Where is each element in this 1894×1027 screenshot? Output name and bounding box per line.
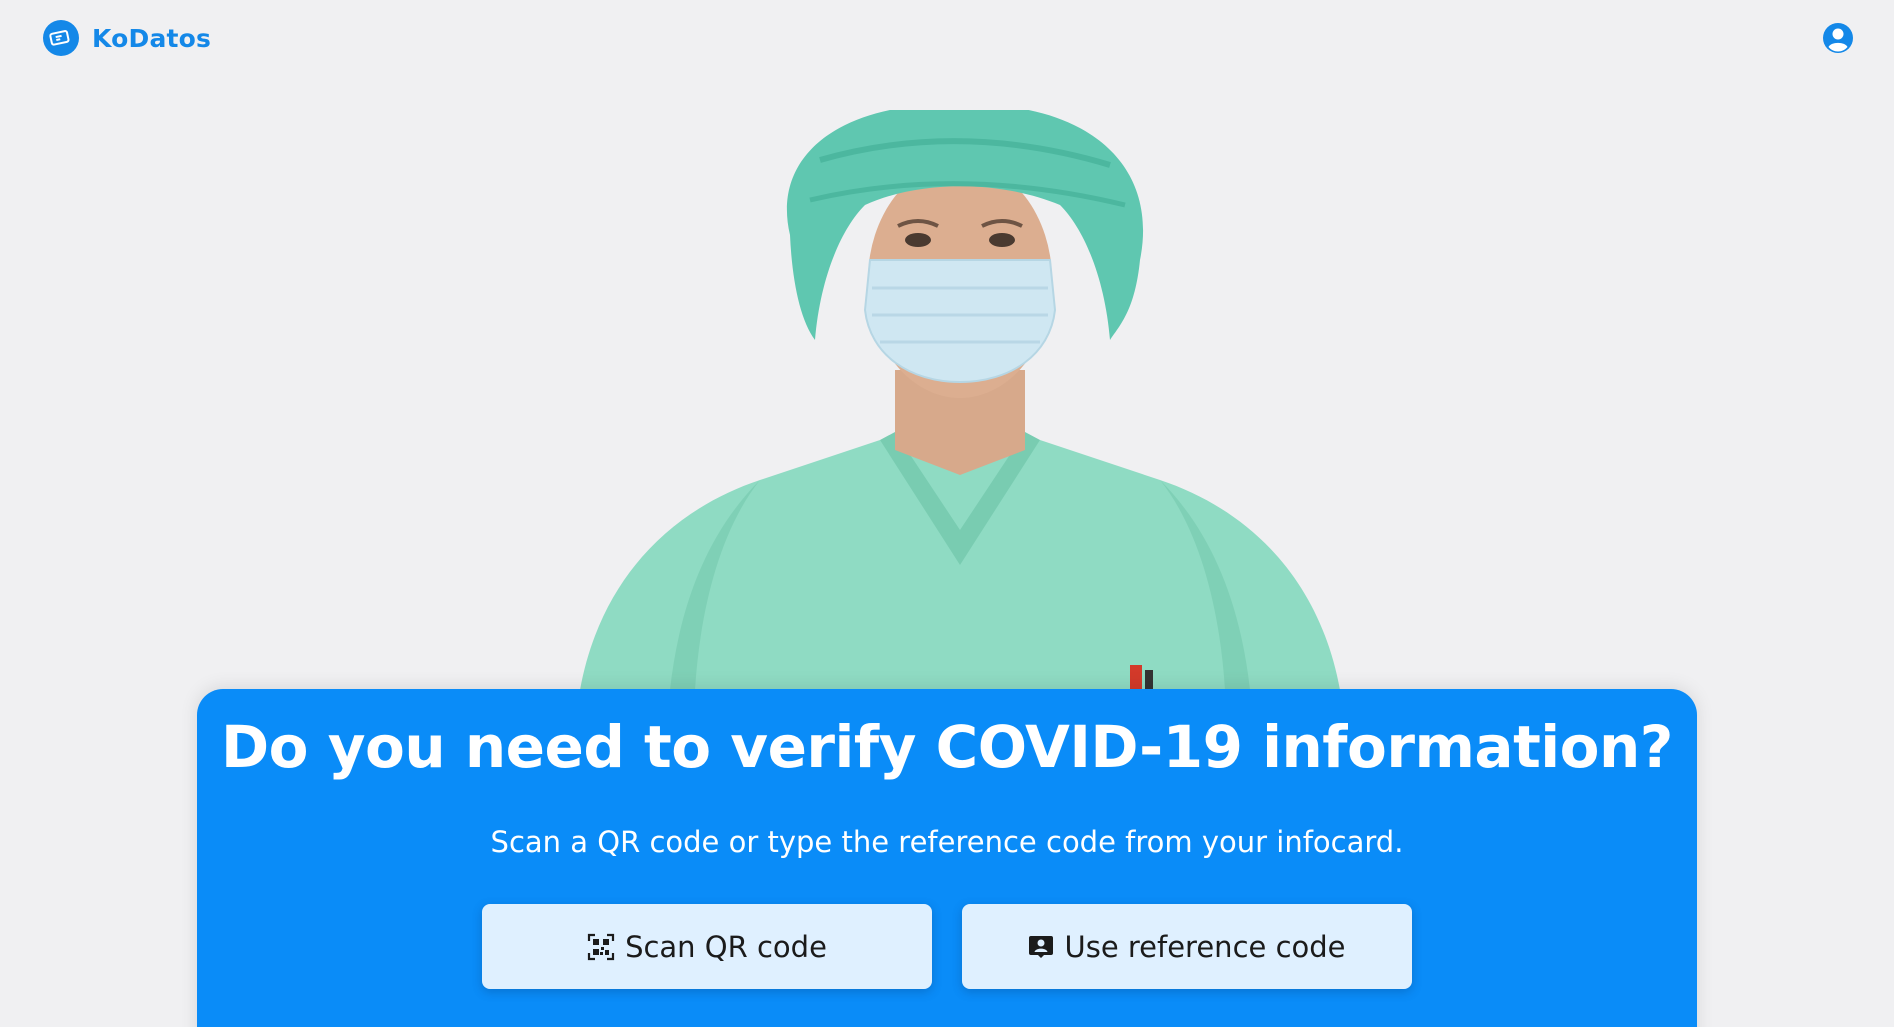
brand-name: KoDatos xyxy=(92,23,212,53)
account-circle-icon xyxy=(1823,23,1853,53)
account-button[interactable] xyxy=(1822,22,1854,54)
use-reference-code-button[interactable]: Use reference code xyxy=(962,904,1412,989)
app-header: KoDatos xyxy=(0,0,1894,76)
page-subtitle: Scan a QR code or type the reference cod… xyxy=(490,825,1404,859)
ticket-icon xyxy=(43,20,79,56)
page-title: Do you need to verify COVID-19 informati… xyxy=(221,713,1673,781)
scan-qr-button[interactable]: Scan QR code xyxy=(482,904,932,989)
verify-panel: Do you need to verify COVID-19 informati… xyxy=(197,689,1697,1027)
qr-code-icon xyxy=(587,933,615,960)
scan-qr-label: Scan QR code xyxy=(625,929,827,964)
page: KoDatos Do you need to verify COVID-19 i… xyxy=(0,0,1894,1027)
use-reference-code-label: Use reference code xyxy=(1064,929,1346,964)
contact-badge-icon xyxy=(1029,935,1054,958)
healthcare-worker-illustration xyxy=(580,110,1340,690)
brand-logo[interactable]: KoDatos xyxy=(43,20,211,56)
